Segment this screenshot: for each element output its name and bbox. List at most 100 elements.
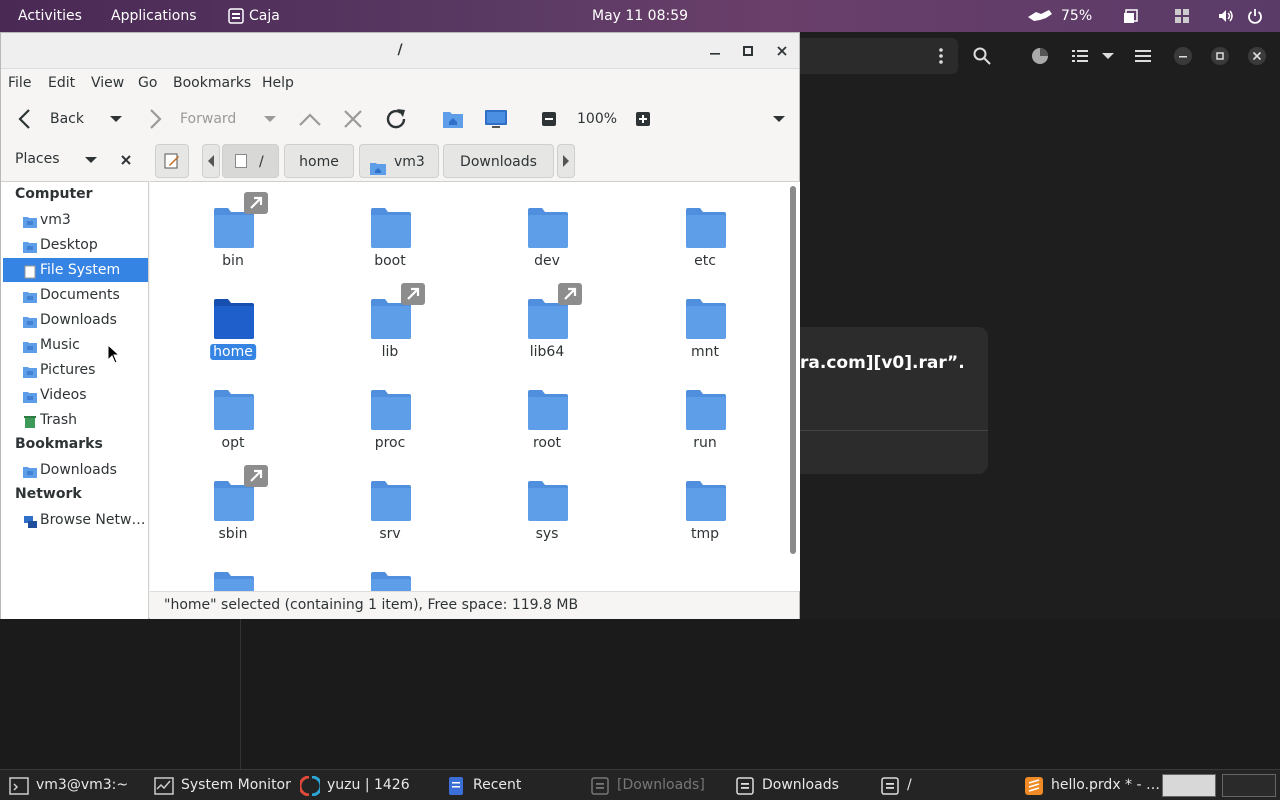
forward-history-chevron-icon[interactable] (262, 106, 278, 132)
menu-help[interactable]: Help (262, 75, 294, 91)
network-status-icon[interactable] (1027, 8, 1053, 24)
hamburger-menu-icon[interactable] (1134, 47, 1152, 65)
desktop-folder-icon (23, 238, 37, 253)
file-item-sbin[interactable]: sbin (173, 465, 293, 567)
workspace-indicator-icon[interactable] (1174, 8, 1190, 24)
minimize-icon[interactable] (1174, 47, 1192, 65)
file-item-bin[interactable]: bin (173, 192, 293, 294)
chevron-down-icon[interactable] (1099, 47, 1117, 65)
taskbar-item-7[interactable]: hello.prdx * - … (1024, 770, 1164, 800)
active-app-name[interactable]: Caja (249, 0, 280, 32)
menu-go[interactable]: Go (138, 75, 157, 91)
sidebar-item-music[interactable]: Music (3, 333, 148, 357)
back-arrow-icon[interactable] (16, 106, 34, 132)
close-button[interactable] (772, 41, 792, 61)
maximize-button[interactable] (738, 41, 758, 61)
places-chevron-icon[interactable] (83, 151, 99, 171)
back-button[interactable]: Back (50, 106, 84, 132)
sidebar-item-vm3[interactable]: vm3 (3, 208, 148, 232)
places-label[interactable]: Places (15, 151, 60, 167)
background-address-field[interactable] (800, 38, 958, 74)
file-item-unnamed-16[interactable] (173, 568, 293, 591)
vertical-scrollbar[interactable] (787, 181, 800, 591)
file-item-boot[interactable]: boot (330, 204, 450, 294)
zoom-in-icon[interactable] (635, 106, 651, 132)
file-item-mnt[interactable]: mnt (645, 295, 765, 385)
crumb-scroll-right-icon[interactable] (557, 144, 575, 178)
file-item-etc[interactable]: etc (645, 204, 765, 294)
crumb-root[interactable]: / (222, 144, 279, 178)
sidebar-item-desktop[interactable]: Desktop (3, 233, 148, 257)
crumb-vm3[interactable]: vm3 (359, 144, 439, 178)
file-item-opt[interactable]: opt (173, 386, 293, 476)
crumb-home[interactable]: home (284, 144, 354, 178)
activities-button[interactable]: Activities (18, 0, 82, 32)
file-item-lib[interactable]: lib (330, 283, 450, 385)
file-item-sys[interactable]: sys (487, 477, 607, 567)
home-folder-icon[interactable] (442, 106, 464, 132)
crumb-scroll-left-icon[interactable] (202, 144, 220, 178)
clipboard-icon[interactable] (1123, 8, 1139, 24)
workspace-1[interactable] (1162, 774, 1216, 797)
maximize-icon[interactable] (1211, 47, 1229, 65)
clock[interactable]: May 11 08:59 (592, 0, 688, 32)
close-icon[interactable] (1248, 47, 1266, 65)
up-arrow-icon[interactable] (298, 106, 322, 132)
menu-edit[interactable]: Edit (48, 75, 75, 91)
sidebar-item-documents[interactable]: Documents (3, 283, 148, 307)
taskbar-item-4[interactable]: [Downloads] (590, 770, 730, 800)
file-item-home[interactable]: home (173, 295, 293, 385)
power-icon[interactable] (1247, 8, 1263, 24)
documents-folder-icon (23, 288, 37, 303)
sidebar-item-trash[interactable]: Trash (3, 408, 148, 432)
back-history-chevron-icon[interactable] (108, 106, 124, 132)
sidebar-item-pictures[interactable]: Pictures (3, 358, 148, 382)
close-sidebar-icon[interactable] (119, 153, 133, 167)
file-item-root[interactable]: root (487, 386, 607, 476)
applications-menu[interactable]: Applications (111, 0, 197, 32)
sidebar-item-downloads-bookmark[interactable]: Downloads (3, 458, 148, 482)
taskbar-item-1[interactable]: System Monitor (154, 770, 294, 800)
sidebar-item-videos[interactable]: Videos (3, 383, 148, 407)
taskbar-item-0[interactable]: vm3@vm3:~ (9, 770, 149, 800)
workspace-2[interactable] (1222, 774, 1276, 797)
forward-button[interactable]: Forward (180, 106, 236, 132)
sidebar-item-label: Pictures (40, 362, 96, 378)
edit-location-button[interactable] (155, 144, 189, 178)
scrollbar-thumb[interactable] (790, 186, 796, 554)
menu-view[interactable]: View (91, 75, 124, 91)
more-vertical-icon[interactable] (932, 47, 950, 65)
menu-file[interactable]: File (8, 75, 31, 91)
taskbar-item-5[interactable]: Downloads (735, 770, 875, 800)
zoom-out-icon[interactable] (541, 106, 557, 132)
zoom-level[interactable]: 100% (577, 106, 617, 132)
taskbar-item-2[interactable]: yuzu | 1426 (298, 770, 440, 800)
sidebar-item-downloads[interactable]: Downloads (3, 308, 148, 332)
taskbar-item-3[interactable]: Recent (446, 770, 586, 800)
toolbar-overflow-chevron-icon[interactable] (771, 106, 787, 132)
file-item-tmp[interactable]: tmp (645, 477, 765, 567)
file-item-srv[interactable]: srv (330, 477, 450, 567)
search-icon[interactable] (973, 47, 991, 65)
stop-icon[interactable] (343, 106, 363, 132)
computer-icon[interactable] (484, 106, 508, 132)
file-item-run[interactable]: run (645, 386, 765, 476)
volume-icon[interactable] (1218, 8, 1234, 24)
title-bar[interactable]: / (1, 33, 799, 69)
pie-progress-icon[interactable] (1031, 47, 1049, 65)
sublime-icon (1024, 776, 1044, 796)
file-item-lib64[interactable]: lib64 (487, 283, 607, 385)
file-item-dev[interactable]: dev (487, 204, 607, 294)
menu-bookmarks[interactable]: Bookmarks (173, 75, 251, 91)
sidebar-item-browse-network[interactable]: Browse Netw… (3, 508, 148, 532)
crumb-downloads[interactable]: Downloads (443, 144, 554, 178)
sidebar-item-file-system[interactable]: File System (3, 258, 148, 282)
forward-arrow-icon[interactable] (146, 106, 164, 132)
minimize-button[interactable] (705, 41, 725, 61)
file-item-unnamed-17[interactable] (330, 568, 450, 591)
reload-icon[interactable] (384, 106, 408, 132)
file-item-proc[interactable]: proc (330, 386, 450, 476)
file-item-label: tmp (690, 526, 719, 542)
list-view-icon[interactable] (1071, 47, 1089, 65)
taskbar-item-6[interactable]: / (880, 770, 1020, 800)
